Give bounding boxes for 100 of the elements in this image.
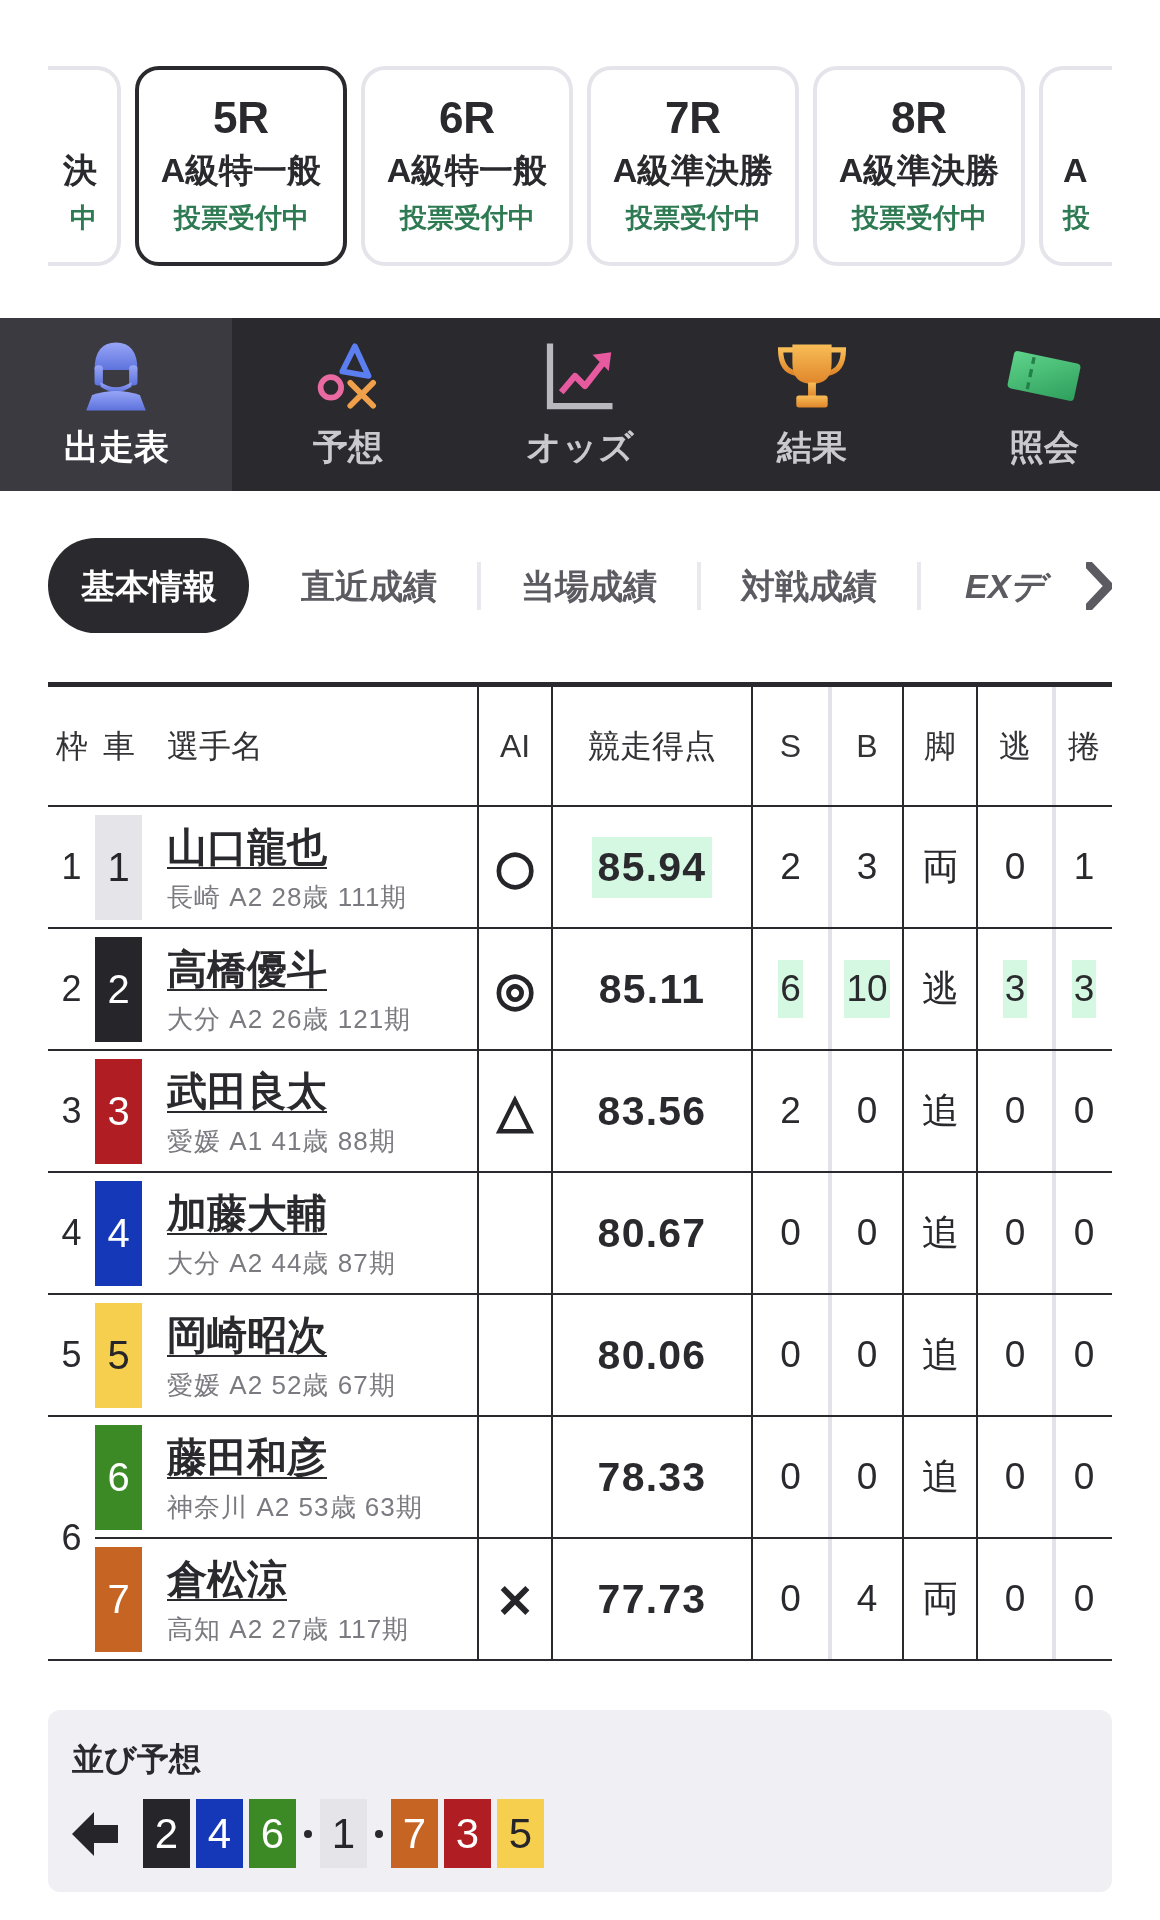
car-number-badge: 6 bbox=[249, 1799, 296, 1868]
trophy-icon bbox=[775, 342, 849, 410]
column-header: 逃 bbox=[999, 727, 1031, 765]
rider-name-link[interactable]: 山口龍也 bbox=[167, 824, 327, 870]
car-number-badge: 3 bbox=[95, 1058, 142, 1164]
car-number-badge: 4 bbox=[95, 1180, 142, 1286]
rider-name-link[interactable]: 岡崎昭次 bbox=[167, 1312, 327, 1358]
stat-value: 0 bbox=[1072, 1211, 1096, 1255]
left-arrow-icon bbox=[72, 1811, 118, 1856]
sub-tab[interactable]: 直近成績 bbox=[261, 555, 477, 616]
car-number-badge: 1 bbox=[320, 1799, 367, 1868]
score-value: 80.06 bbox=[596, 1330, 708, 1380]
score-value: 85.11 bbox=[597, 964, 707, 1014]
rider-profile-text: 高知 A2 27歳 117期 bbox=[167, 1614, 410, 1644]
column-header: 脚 bbox=[924, 727, 956, 765]
stat-value: 0 bbox=[779, 1455, 802, 1499]
stat-value: 0 bbox=[855, 1211, 879, 1255]
column-header: 競走得点 bbox=[588, 727, 716, 765]
car-number-badge: 5 bbox=[497, 1799, 544, 1868]
column-header: 枠 bbox=[55, 727, 88, 765]
chevron-right-icon[interactable] bbox=[1086, 561, 1112, 610]
rider-name-link[interactable]: 加藤大輔 bbox=[167, 1190, 327, 1236]
car-number-badge: 5 bbox=[95, 1302, 142, 1408]
column-header: 車 bbox=[103, 727, 135, 765]
stat-value: 1 bbox=[1072, 845, 1096, 889]
rider-name-link[interactable]: 武田良太 bbox=[167, 1068, 327, 1114]
rider-profile-text: 大分 A2 44歳 87期 bbox=[167, 1248, 396, 1278]
sub-tab[interactable]: 基本情報 bbox=[48, 538, 249, 633]
rider-helmet-icon bbox=[85, 341, 147, 411]
column-header: B bbox=[856, 727, 878, 765]
stat-value: 0 bbox=[1003, 1577, 1027, 1621]
stat-value: 追 bbox=[920, 1455, 960, 1499]
stat-value: 2 bbox=[779, 1089, 802, 1133]
stat-value: 4 bbox=[855, 1577, 879, 1621]
frame-number: 4 bbox=[61, 1213, 82, 1253]
car-number-badge: 4 bbox=[196, 1799, 243, 1868]
stat-value: 追 bbox=[920, 1333, 960, 1377]
stat-value: 2 bbox=[779, 845, 802, 889]
stat-value: 0 bbox=[855, 1089, 879, 1133]
frame-number: 2 bbox=[61, 969, 82, 1009]
score-value: 80.67 bbox=[596, 1208, 708, 1258]
score-value: 78.33 bbox=[596, 1452, 708, 1502]
car-number-badge: 6 bbox=[95, 1424, 142, 1530]
stat-value: 0 bbox=[1003, 1333, 1027, 1377]
stat-value: 0 bbox=[1072, 1089, 1096, 1133]
stat-value: 0 bbox=[1072, 1333, 1096, 1377]
car-number-badge: 7 bbox=[95, 1546, 142, 1652]
stat-value: 追 bbox=[920, 1089, 960, 1133]
sub-tab[interactable]: EXデ bbox=[921, 555, 1056, 616]
panel-title: 並び予想 bbox=[72, 1740, 201, 1779]
stat-value: 10 bbox=[844, 960, 890, 1018]
rider-profile-text: 愛媛 A2 52歳 67期 bbox=[167, 1370, 396, 1400]
nav-tab[interactable]: 出走表 bbox=[0, 318, 232, 491]
stat-value: 0 bbox=[1003, 1455, 1027, 1499]
prediction-mark: × bbox=[495, 1574, 535, 1624]
rider-name-link[interactable]: 藤田和彦 bbox=[167, 1434, 327, 1480]
car-number-badge: 2 bbox=[143, 1799, 190, 1868]
stat-value: 0 bbox=[1003, 1089, 1027, 1133]
score-value: 83.56 bbox=[596, 1086, 708, 1136]
stat-value: 0 bbox=[1003, 1211, 1027, 1255]
stat-value: 両 bbox=[920, 1577, 960, 1621]
race-tab[interactable]: A 投 bbox=[1039, 66, 1112, 266]
car-number-badge: 3 bbox=[444, 1799, 491, 1868]
race-tab[interactable]: 7R A級準決勝 投票受付中 bbox=[587, 66, 799, 266]
stat-value: 逃 bbox=[920, 967, 960, 1011]
stat-value: 0 bbox=[779, 1333, 802, 1377]
stat-value: 6 bbox=[778, 960, 803, 1018]
prediction-mark: ○ bbox=[494, 842, 536, 892]
rider-profile-text: 神奈川 A2 53歳 63期 bbox=[167, 1492, 423, 1522]
stat-value: 0 bbox=[779, 1577, 802, 1621]
rider-name-link[interactable]: 倉松涼 bbox=[167, 1556, 287, 1602]
stat-value: 3 bbox=[1002, 960, 1028, 1018]
frame-number: 1 bbox=[61, 847, 82, 887]
column-header: S bbox=[779, 727, 802, 765]
prediction-mark: ◎ bbox=[494, 964, 536, 1014]
rider-profile-text: 大分 A2 26歳 121期 bbox=[167, 1004, 412, 1034]
column-header: AI bbox=[499, 727, 531, 765]
sub-tab[interactable]: 当場成績 bbox=[481, 555, 697, 616]
stat-value: 0 bbox=[1003, 845, 1027, 889]
race-tab[interactable]: 決 中 bbox=[48, 66, 121, 266]
stat-value: 0 bbox=[855, 1455, 879, 1499]
rider-profile-text: 愛媛 A1 41歳 88期 bbox=[167, 1126, 396, 1156]
race-tab[interactable]: 6R A級特一般 投票受付中 bbox=[361, 66, 573, 266]
sub-tab[interactable]: 対戦成績 bbox=[701, 555, 917, 616]
frame-number: 3 bbox=[61, 1091, 82, 1131]
stat-value: 両 bbox=[920, 845, 960, 889]
frame-number: 6 bbox=[61, 1518, 82, 1558]
race-tab[interactable]: 5R A級特一般 投票受付中 bbox=[135, 66, 347, 266]
car-number-badge: 1 bbox=[95, 814, 142, 920]
score-value: 85.94 bbox=[591, 836, 713, 898]
race-tab[interactable]: 8R A級準決勝 投票受付中 bbox=[813, 66, 1025, 266]
prediction-mark: △ bbox=[497, 1086, 533, 1136]
car-number-badge: 2 bbox=[95, 936, 142, 1042]
rising-chart-icon bbox=[545, 341, 615, 411]
rider-profile-text: 長崎 A2 28歳 111期 bbox=[167, 882, 408, 912]
rider-name-link[interactable]: 高橋優斗 bbox=[167, 946, 327, 992]
stat-value: 3 bbox=[1071, 960, 1097, 1018]
stat-value: 追 bbox=[920, 1211, 960, 1255]
stat-value: 3 bbox=[855, 845, 879, 889]
car-number-badge: 7 bbox=[391, 1799, 438, 1868]
